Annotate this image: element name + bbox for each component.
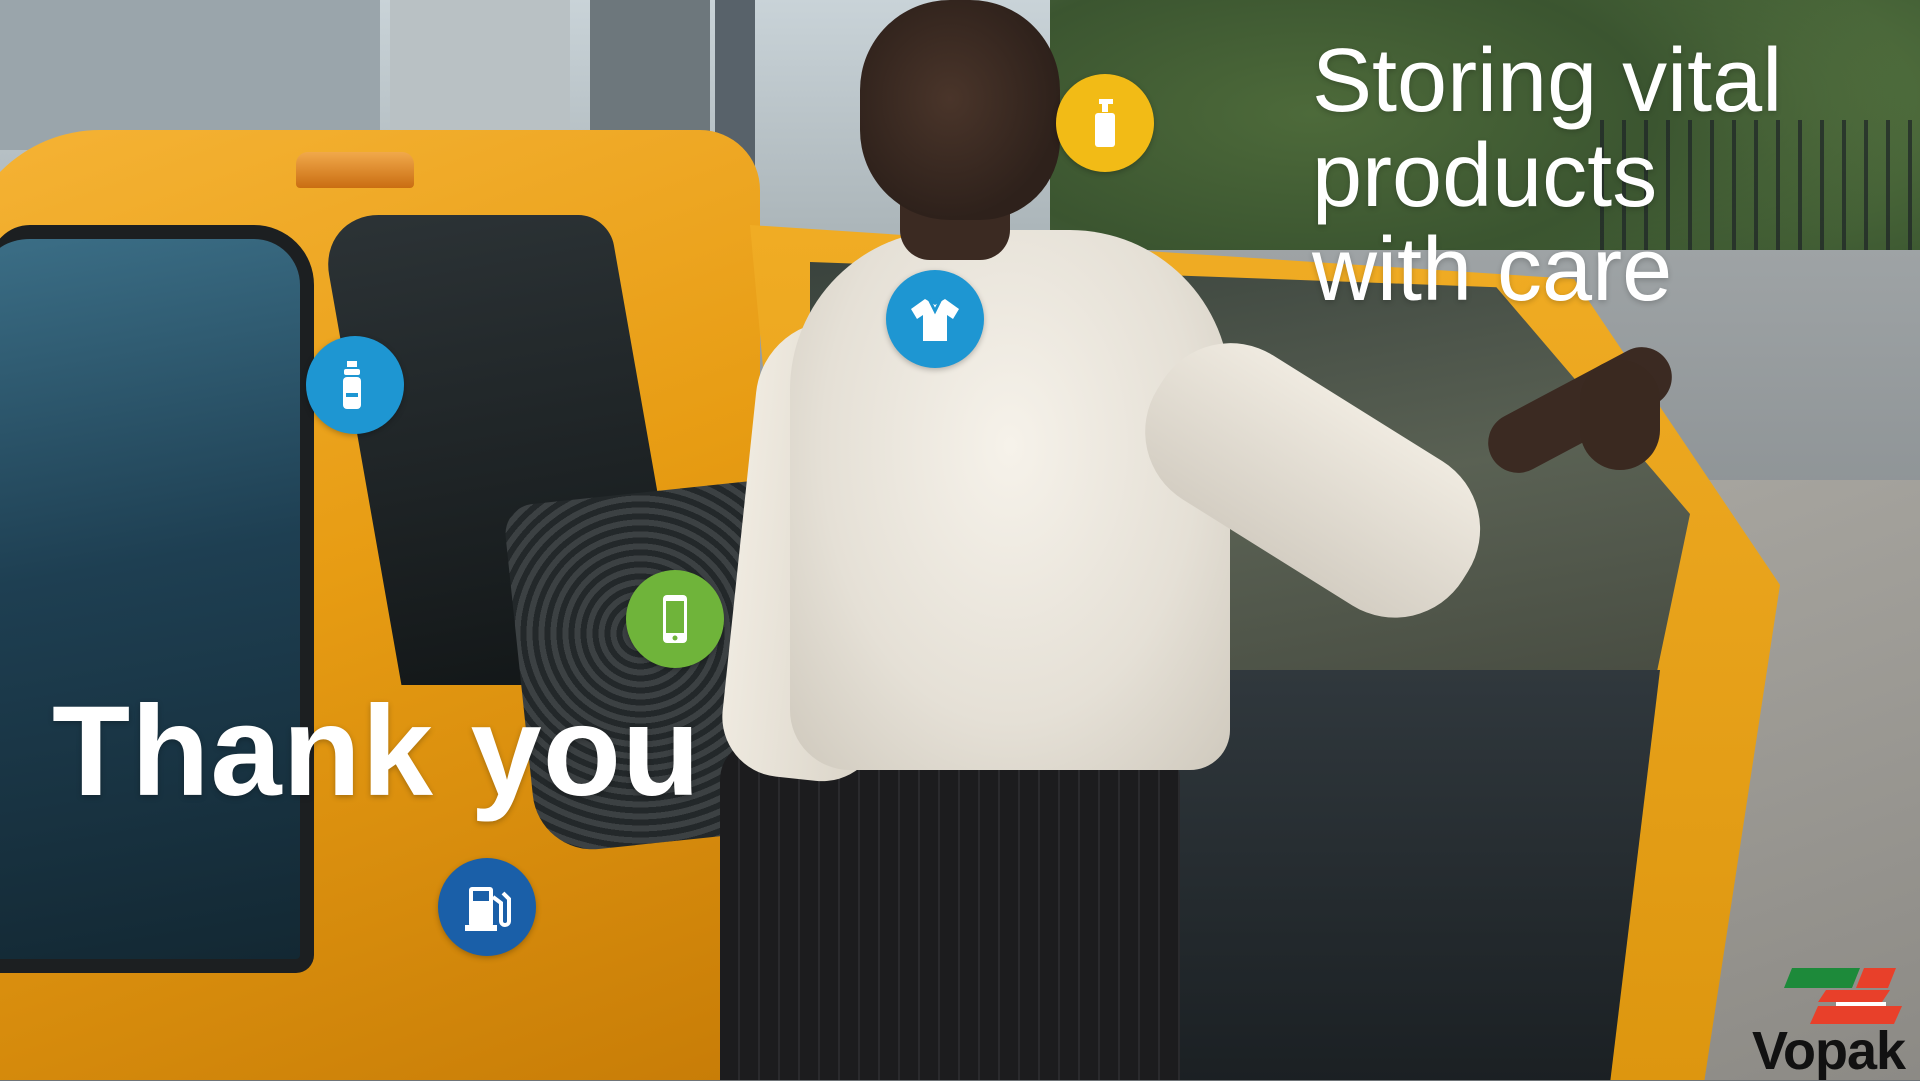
person-head bbox=[860, 0, 1060, 220]
tagline-line: with care bbox=[1312, 220, 1673, 320]
vopak-wordmark: Vopak bbox=[1752, 1021, 1906, 1081]
building bbox=[390, 0, 570, 140]
smartphone-icon bbox=[626, 570, 724, 668]
fuel-pump-icon bbox=[438, 858, 536, 956]
spray-can-icon bbox=[306, 336, 404, 434]
person-hand bbox=[1580, 360, 1660, 470]
vopak-logo: Vopak bbox=[1748, 966, 1920, 1080]
dispenser-bottle-icon bbox=[1056, 74, 1154, 172]
person-trousers bbox=[720, 740, 1180, 1080]
tagline-line: products bbox=[1312, 125, 1658, 226]
shirt-icon bbox=[886, 270, 984, 368]
taxi-roof-light bbox=[296, 152, 414, 188]
thank-you-heading: Thank you bbox=[52, 680, 702, 823]
taxi-rear-window bbox=[0, 225, 314, 973]
person-shirt bbox=[790, 230, 1230, 770]
building bbox=[0, 0, 380, 150]
tagline: Storing vital products with care bbox=[1312, 34, 1782, 318]
tagline-line: Storing vital bbox=[1312, 31, 1783, 131]
vopak-logo-mark bbox=[1784, 968, 1902, 1024]
